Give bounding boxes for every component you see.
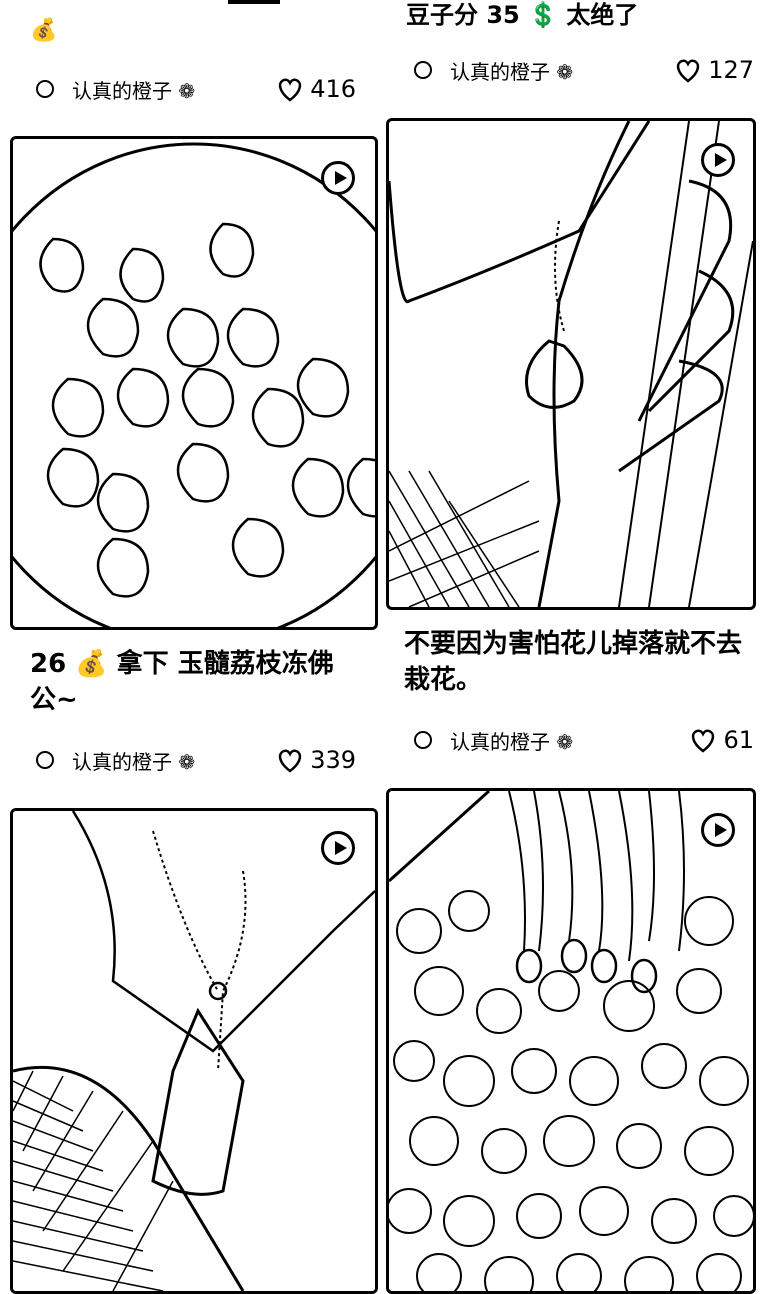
fire-icon: ❁ (172, 749, 196, 774)
card-image[interactable] (386, 788, 756, 1294)
title-fragment[interactable]: 豆子分 35 💲 太绝了 (406, 0, 638, 30)
card-meta: 认真的橙子 ❁ 416 (36, 72, 356, 106)
fire-icon: ❁ (172, 78, 196, 103)
like-count: 127 (708, 56, 754, 84)
fire-icon: ❁ (550, 729, 574, 754)
fire-icon: ❁ (550, 59, 574, 84)
money-bag-icon: 💰 (30, 18, 58, 43)
like-button[interactable]: 339 (276, 746, 356, 774)
author-name[interactable]: 认真的橙子 ❁ (450, 56, 674, 85)
like-button[interactable]: 61 (689, 726, 754, 754)
card-title[interactable]: 不要因为害怕花儿掉落就不去栽花。 (404, 626, 744, 698)
card-meta: 认真的橙子 ❁ 339 (36, 743, 356, 777)
card-meta: 认真的橙子 ❁ 127 (414, 53, 754, 87)
play-icon (701, 143, 735, 177)
author-name[interactable]: 认真的橙子 ❁ (72, 75, 276, 104)
card-image[interactable] (10, 808, 378, 1294)
pendant-necklace-image (13, 811, 375, 1291)
heart-icon (279, 78, 302, 102)
status-indicator (228, 0, 280, 4)
heart-icon (677, 59, 700, 83)
card-title[interactable]: 26 💰 拿下 玉髓荔枝冻佛公~ (30, 646, 350, 718)
play-icon (321, 831, 355, 865)
card-image[interactable] (10, 136, 378, 630)
hand-holding-pendant-image (389, 121, 753, 607)
like-count: 61 (723, 726, 754, 754)
author-name[interactable]: 认真的橙子 ❁ (72, 746, 276, 775)
heart-icon (692, 729, 715, 753)
avatar[interactable] (414, 731, 432, 749)
avatar[interactable] (414, 61, 432, 79)
author-name[interactable]: 认真的橙子 ❁ (450, 726, 689, 755)
like-count: 416 (310, 75, 356, 103)
like-count: 339 (310, 746, 356, 774)
avatar[interactable] (36, 751, 54, 769)
title-fragment: 💰 (30, 18, 57, 43)
play-icon (321, 161, 355, 195)
heart-icon (279, 749, 302, 773)
pendants-on-stones-image (389, 791, 753, 1291)
card-meta: 认真的橙子 ❁ 61 (414, 723, 754, 757)
play-icon (701, 813, 735, 847)
jade-pendants-image (13, 142, 375, 627)
avatar[interactable] (36, 80, 54, 98)
like-button[interactable]: 416 (276, 75, 356, 103)
like-button[interactable]: 127 (674, 56, 754, 84)
card-image[interactable] (386, 118, 756, 610)
